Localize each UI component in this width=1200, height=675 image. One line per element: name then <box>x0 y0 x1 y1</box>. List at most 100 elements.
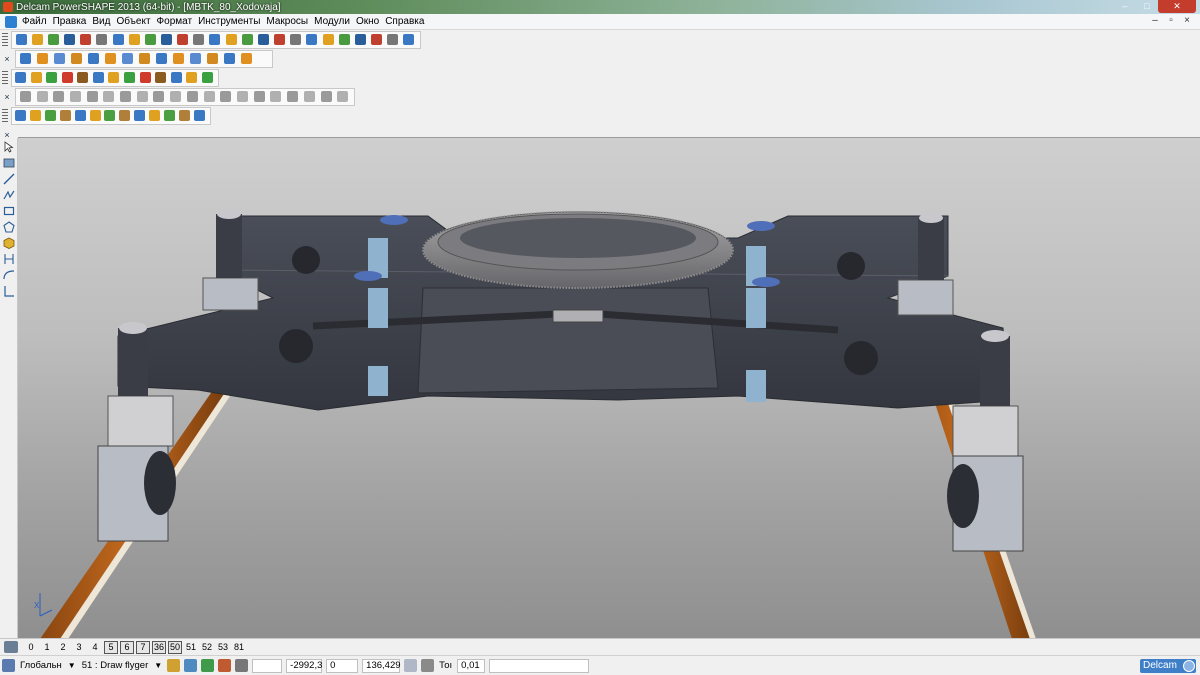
toolbar-button-icon[interactable] <box>185 70 199 85</box>
toolbar-button-icon[interactable] <box>111 32 125 47</box>
toolbar-button-icon[interactable] <box>137 51 152 66</box>
toolbar-button-icon[interactable] <box>353 32 367 47</box>
toolbar-grip[interactable] <box>2 108 8 123</box>
surface-icon[interactable] <box>2 284 16 298</box>
toolbar-button-icon[interactable] <box>185 89 200 104</box>
model-viewport[interactable]: X <box>18 137 1200 638</box>
chevron-down-icon[interactable]: ▼ <box>68 661 76 670</box>
toolbar-button-icon[interactable] <box>168 89 183 104</box>
level-button[interactable]: 53 <box>216 642 230 653</box>
level-button-active[interactable]: 36 <box>152 640 167 654</box>
level-button[interactable]: 52 <box>200 642 214 653</box>
menu-edit[interactable]: Правка <box>50 14 90 30</box>
toolbar-button-icon[interactable] <box>200 70 214 85</box>
dimension-icon[interactable] <box>2 252 16 266</box>
workplane-align-icon[interactable] <box>421 659 435 672</box>
toolbar-button-icon[interactable] <box>18 51 33 66</box>
workplane-icon[interactable] <box>2 659 15 672</box>
doc-close-button[interactable]: × <box>1182 15 1192 27</box>
toolbar-button-icon[interactable] <box>159 32 173 47</box>
toolbar-button-icon[interactable] <box>152 89 167 104</box>
menu-macros[interactable]: Макросы <box>263 14 311 30</box>
toolbar-button-icon[interactable] <box>68 89 83 104</box>
menu-help[interactable]: Справка <box>382 14 427 30</box>
close-button[interactable]: ✕ <box>1158 0 1196 13</box>
toolbar-button-icon[interactable] <box>252 89 267 104</box>
menu-view[interactable]: Вид <box>89 14 113 30</box>
level-button[interactable]: 4 <box>88 642 102 653</box>
toolbar-button-icon[interactable] <box>285 89 300 104</box>
toolbar-button-icon[interactable] <box>35 51 50 66</box>
toolbar-button-icon[interactable] <box>335 89 350 104</box>
toolbar-button-icon[interactable] <box>123 70 137 85</box>
maximize-button[interactable]: □ <box>1136 0 1158 13</box>
toolbar-button-icon[interactable] <box>240 32 254 47</box>
toolbar-button-icon[interactable] <box>89 108 102 123</box>
toolbar-button-icon[interactable] <box>107 70 121 85</box>
toolbar-button-icon[interactable] <box>154 70 168 85</box>
level-button[interactable]: 1 <box>40 642 54 653</box>
toolbar-button-icon[interactable] <box>102 89 117 104</box>
toolbar-button-icon[interactable] <box>269 89 284 104</box>
toolbar-button-icon[interactable] <box>120 51 135 66</box>
toolbar-button-icon[interactable] <box>138 70 152 85</box>
minimize-button[interactable]: – <box>1114 0 1136 13</box>
snap-icon[interactable] <box>167 659 181 672</box>
toolbar-button-icon[interactable] <box>154 51 169 66</box>
curve-icon[interactable] <box>2 268 16 282</box>
toolbar-button-icon[interactable] <box>133 108 146 123</box>
line-icon[interactable] <box>2 172 16 186</box>
toolbar-button-icon[interactable] <box>202 89 217 104</box>
toolbar-button-icon[interactable] <box>103 51 118 66</box>
level-button[interactable]: 51 <box>184 642 198 653</box>
arc-icon[interactable] <box>2 188 16 202</box>
toolbar-button-icon[interactable] <box>14 70 28 85</box>
toolbar-button-icon[interactable] <box>45 70 59 85</box>
level-button-active[interactable]: 5 <box>104 640 118 654</box>
chevron-down-icon[interactable]: ▼ <box>154 661 162 670</box>
calculator-icon[interactable] <box>404 659 418 672</box>
toolbar-button-icon[interactable] <box>118 108 131 123</box>
toolbar-close-icon[interactable]: × <box>2 54 12 64</box>
toolbar-grip[interactable] <box>2 70 8 85</box>
level-button-active[interactable]: 7 <box>136 640 150 654</box>
toolbar-button-icon[interactable] <box>104 108 117 123</box>
toolbar-button-icon[interactable] <box>61 70 75 85</box>
toolbar-button-icon[interactable] <box>118 89 133 104</box>
toolbar-button-icon[interactable] <box>163 108 176 123</box>
menu-file[interactable]: Файл <box>19 14 50 30</box>
toolbar-button-icon[interactable] <box>52 51 67 66</box>
toolbar-button-icon[interactable] <box>92 70 106 85</box>
toolbar-button-icon[interactable] <box>85 89 100 104</box>
level-button[interactable]: 3 <box>72 642 86 653</box>
toolbar-button-icon[interactable] <box>256 32 270 47</box>
tolerance-field[interactable]: 0,01 <box>457 658 486 673</box>
wireframe-icon[interactable] <box>2 156 16 170</box>
toolbar-button-icon[interactable] <box>29 108 42 123</box>
solid-icon[interactable] <box>2 236 16 250</box>
doc-minimize-button[interactable]: – <box>1150 15 1160 27</box>
toolbar-button-icon[interactable] <box>44 108 57 123</box>
toolbar-button-icon[interactable] <box>76 70 90 85</box>
level-button[interactable]: 0 <box>24 642 38 653</box>
menu-object[interactable]: Объект <box>113 14 153 30</box>
grid-snap-icon[interactable] <box>184 659 198 672</box>
menu-modules[interactable]: Модули <box>311 14 353 30</box>
toolbar-button-icon[interactable] <box>235 89 250 104</box>
toolbar-grip[interactable] <box>2 32 8 47</box>
document-icon[interactable] <box>5 15 17 28</box>
toolbar-button-icon[interactable] <box>46 32 60 47</box>
toolbar-button-icon[interactable] <box>59 108 72 123</box>
toolbar-button-icon[interactable] <box>193 108 206 123</box>
levels-icon[interactable] <box>4 641 18 653</box>
toolbar-button-icon[interactable] <box>169 70 183 85</box>
toolbar-button-icon[interactable] <box>35 89 50 104</box>
toolbar-button-icon[interactable] <box>79 32 93 47</box>
toolbar-button-icon[interactable] <box>95 32 109 47</box>
toolbar-button-icon[interactable] <box>302 89 317 104</box>
rectangle-icon[interactable] <box>2 204 16 218</box>
toolbar-button-icon[interactable] <box>18 89 33 104</box>
toolbar-button-icon[interactable] <box>273 32 287 47</box>
toolbar-button-icon[interactable] <box>222 51 237 66</box>
toolbar-button-icon[interactable] <box>86 51 101 66</box>
